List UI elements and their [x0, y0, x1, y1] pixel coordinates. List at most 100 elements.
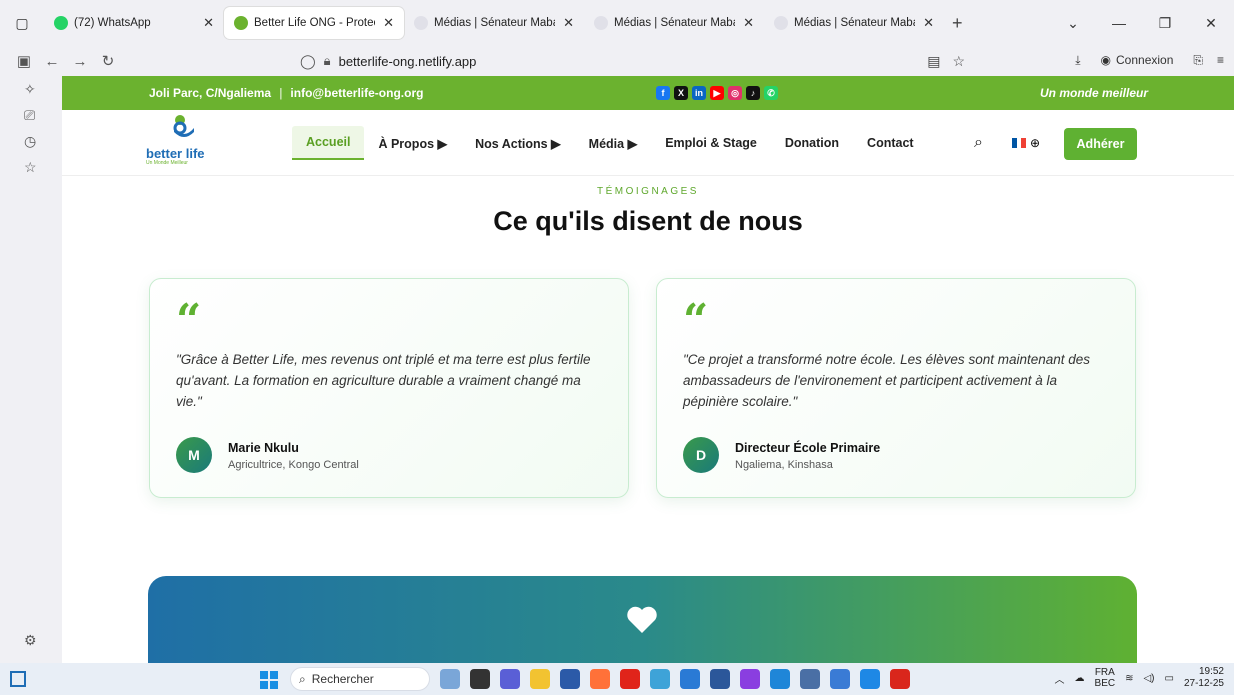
- close-tab-icon[interactable]: ✕: [383, 15, 394, 31]
- tab-list-icon[interactable]: ▢: [0, 0, 44, 46]
- tab-overflow-icon[interactable]: ⌄: [1050, 15, 1096, 32]
- site-logo[interactable]: better life Un Monde Meilleur: [146, 112, 216, 168]
- reader-view-icon[interactable]: ▤: [927, 53, 940, 70]
- menu-item-contact[interactable]: Contact: [853, 126, 928, 160]
- windows-start-icon[interactable]: [260, 671, 278, 689]
- connexion-button[interactable]: ◉ Connexion: [1095, 50, 1180, 70]
- close-tab-icon[interactable]: ✕: [203, 15, 214, 31]
- menu-item-accueil[interactable]: Accueil: [292, 126, 365, 160]
- word-icon[interactable]: [710, 669, 730, 689]
- lock-icon[interactable]: 🔒︎: [324, 53, 331, 69]
- opera-icon[interactable]: [620, 669, 640, 689]
- section-title: Ce qu'ils disent de nous: [493, 206, 803, 236]
- edge-icon[interactable]: [770, 669, 790, 689]
- menu-item-nos-actions[interactable]: Nos Actions ▶: [461, 126, 575, 160]
- reload-icon[interactable]: ↻: [94, 52, 122, 70]
- taskbar-apps: [440, 669, 910, 689]
- heart-icon: [627, 606, 657, 633]
- settings-gear-icon[interactable]: ⚙: [24, 632, 37, 649]
- search-icon[interactable]: ⌕: [974, 134, 983, 152]
- app-icon[interactable]: [650, 669, 670, 689]
- avatar: D: [683, 437, 719, 473]
- ai-assistant-icon[interactable]: ✧: [0, 76, 62, 102]
- system-tray: ︿ ☁ FRA BEC ≋ ◁) ▭ 19:52 27-12-25: [1055, 666, 1224, 690]
- calculator-icon[interactable]: [800, 669, 820, 689]
- whatsapp-favicon-icon: [54, 16, 68, 30]
- widgets-icon[interactable]: [10, 671, 26, 687]
- close-tab-icon[interactable]: ✕: [923, 15, 934, 31]
- volume-icon[interactable]: ◁): [1143, 673, 1154, 684]
- weather-icon[interactable]: ☁: [1075, 673, 1085, 684]
- join-button[interactable]: Adhérer: [1064, 128, 1137, 160]
- clock[interactable]: 19:52 27-12-25: [1184, 666, 1224, 690]
- app-icon[interactable]: [740, 669, 760, 689]
- synced-tabs-icon[interactable]: ⎚: [0, 102, 62, 128]
- wifi-icon[interactable]: ≋: [1125, 673, 1133, 684]
- x-icon[interactable]: X: [674, 86, 688, 100]
- media-player-icon[interactable]: [860, 669, 880, 689]
- menu-item-donation[interactable]: Donation: [771, 126, 853, 160]
- forward-icon[interactable]: →: [66, 53, 94, 70]
- chat-icon[interactable]: [500, 669, 520, 689]
- better-life-favicon-icon: [234, 16, 248, 30]
- firefox-icon[interactable]: [590, 669, 610, 689]
- tab-medias-1[interactable]: Médias | Sénateur Mabaya ✕: [404, 7, 584, 39]
- close-tab-icon[interactable]: ✕: [743, 15, 754, 31]
- file-explorer-icon[interactable]: [530, 669, 550, 689]
- chevron-up-icon[interactable]: ︿: [1055, 671, 1065, 686]
- restore-icon[interactable]: ❐: [1142, 15, 1188, 32]
- quote-icon: “: [683, 295, 709, 346]
- windows-taskbar: ⌕ Rechercher ︿ ☁ FRA BEC ≋ ◁) ▭ 19:52 27…: [0, 663, 1234, 695]
- task-view-icon[interactable]: [470, 669, 490, 689]
- url-text[interactable]: betterlife-ong.netlify.app: [339, 54, 477, 69]
- battery-icon[interactable]: ▭: [1165, 673, 1174, 684]
- close-window-icon[interactable]: ✕: [1188, 15, 1234, 32]
- minimize-icon[interactable]: —: [1096, 15, 1142, 31]
- site-slogan: Un monde meilleur: [1040, 86, 1149, 100]
- history-icon[interactable]: ◷: [0, 128, 62, 154]
- address-bar[interactable]: ◯ 🔒︎ betterlife-ong.netlify.app ▤ ☆: [300, 48, 975, 74]
- taskbar-search-placeholder: Rechercher: [311, 672, 374, 686]
- whatsapp-icon[interactable]: ✆: [764, 86, 778, 100]
- tab-better-life[interactable]: Better Life ONG - Protection de ✕: [224, 7, 404, 39]
- menu-item-emploi-stage[interactable]: Emploi & Stage: [651, 126, 771, 160]
- acrobat-icon[interactable]: [890, 669, 910, 689]
- tiktok-icon[interactable]: ♪: [746, 86, 760, 100]
- extensions-icon[interactable]: ⎘: [1193, 53, 1203, 68]
- shield-icon[interactable]: ◯: [300, 53, 316, 70]
- donation-banner: [148, 576, 1137, 663]
- new-tab-icon[interactable]: +: [952, 13, 963, 34]
- tab-whatsapp[interactable]: (72) WhatsApp ✕: [44, 7, 224, 39]
- tab-medias-2[interactable]: Médias | Sénateur Mabaya ✕: [584, 7, 764, 39]
- bookmark-star-icon[interactable]: ☆: [952, 53, 965, 70]
- photos-icon[interactable]: [830, 669, 850, 689]
- vscode-icon[interactable]: [680, 669, 700, 689]
- language-switcher[interactable]: ⊕: [1012, 136, 1040, 150]
- email-link[interactable]: info@betterlife-ong.org: [290, 86, 423, 100]
- linkedin-icon[interactable]: in: [692, 86, 706, 100]
- address-text: Joli Parc, C/Ngaliema: [149, 86, 272, 100]
- back-icon[interactable]: ←: [38, 53, 66, 70]
- store-icon[interactable]: [560, 669, 580, 689]
- facebook-icon[interactable]: f: [656, 86, 670, 100]
- menu-item-media[interactable]: Média ▶: [575, 126, 652, 160]
- testimonial-card: “ "Grâce à Better Life, mes revenus ont …: [149, 278, 629, 498]
- testimonial-role: Agricultrice, Kongo Central: [228, 459, 359, 471]
- input-language[interactable]: FRA BEC: [1095, 667, 1116, 689]
- site-top-strip: Joli Parc, C/Ngaliema | info@betterlife-…: [62, 76, 1234, 110]
- taskbar-search[interactable]: ⌕ Rechercher: [290, 667, 430, 691]
- divider: |: [279, 86, 283, 100]
- social-links: f X in ▶ ◎ ♪ ✆: [656, 86, 778, 100]
- youtube-icon[interactable]: ▶: [710, 86, 724, 100]
- menu-item-a-propos[interactable]: À Propos ▶: [364, 126, 461, 160]
- menu-icon[interactable]: ≡: [1217, 53, 1224, 67]
- close-tab-icon[interactable]: ✕: [563, 15, 574, 31]
- instagram-icon[interactable]: ◎: [728, 86, 742, 100]
- bookmarks-icon[interactable]: ☆: [0, 154, 62, 180]
- logo-name: better life: [146, 146, 205, 161]
- sidebar-toggle-icon[interactable]: ▣: [10, 52, 38, 70]
- news-widget-icon[interactable]: [440, 669, 460, 689]
- tab-medias-3[interactable]: Médias | Sénateur Mabaya ✕: [764, 7, 944, 39]
- downloads-icon[interactable]: ⤓: [1075, 53, 1080, 68]
- clock-time: 19:52: [1198, 666, 1224, 677]
